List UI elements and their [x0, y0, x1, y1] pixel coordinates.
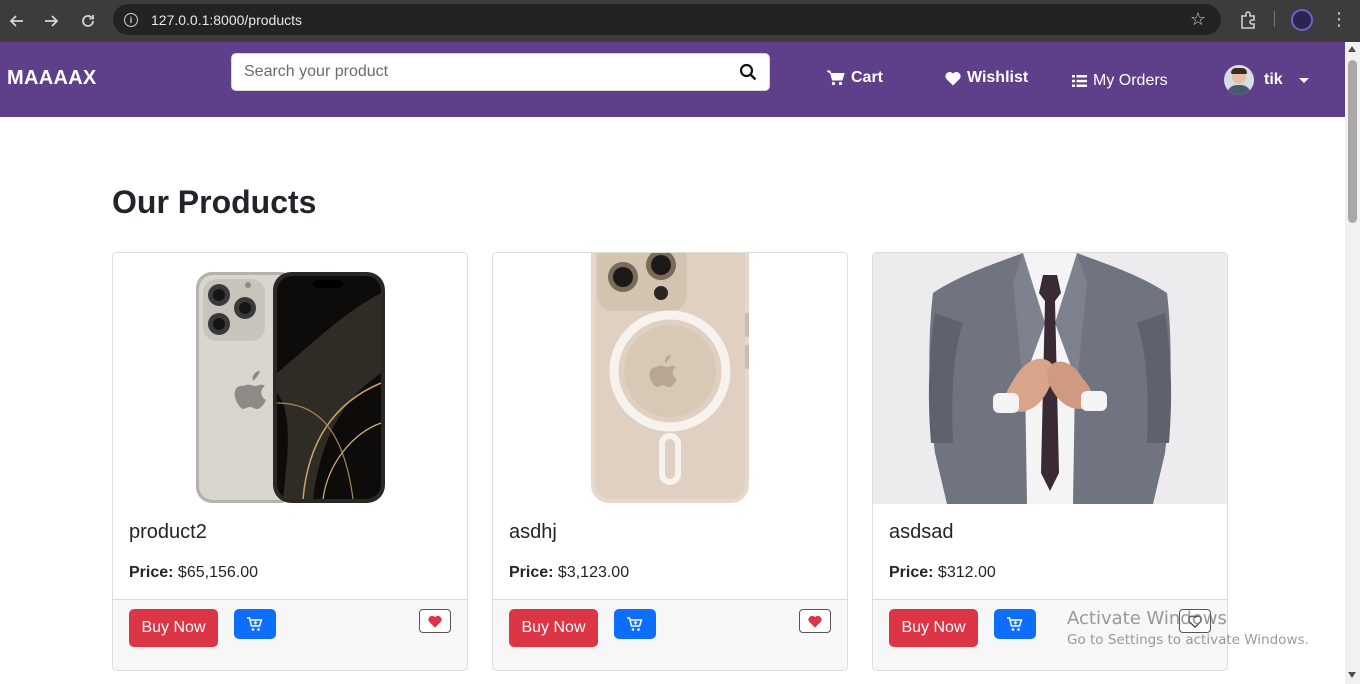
- bookmark-star-icon[interactable]: ☆: [1190, 9, 1206, 30]
- nav-my-orders[interactable]: My Orders: [1072, 72, 1168, 90]
- add-to-wishlist-button[interactable]: [799, 609, 831, 633]
- heart-icon: [428, 615, 442, 628]
- product-card: asdhj Price: $3,123.00 Buy Now: [492, 252, 848, 671]
- buy-now-button[interactable]: Buy Now: [509, 609, 598, 647]
- price-value: $312.00: [937, 564, 996, 581]
- price-label: Price:: [129, 564, 174, 581]
- cart-plus-icon: [247, 616, 263, 631]
- page-title: Our Products: [112, 184, 317, 220]
- extensions-icon[interactable]: [1238, 4, 1258, 35]
- nav-wishlist[interactable]: Wishlist: [945, 69, 1028, 87]
- scroll-up-icon[interactable]: [1348, 46, 1356, 52]
- heart-icon: [945, 71, 961, 85]
- heart-icon: [808, 615, 822, 628]
- card-footer: Buy Now: [493, 599, 847, 670]
- product-image[interactable]: [873, 253, 1227, 504]
- forward-icon[interactable]: [34, 4, 68, 38]
- nav-my-orders-label: My Orders: [1093, 72, 1168, 89]
- nav-cart[interactable]: Cart: [827, 69, 883, 87]
- nav-cart-label: Cart: [851, 69, 884, 86]
- add-to-cart-button[interactable]: [234, 609, 276, 639]
- buy-now-button[interactable]: Buy Now: [889, 609, 978, 647]
- toolbar-divider: [1274, 11, 1275, 27]
- product-image[interactable]: [493, 253, 847, 504]
- search-input[interactable]: [232, 54, 712, 90]
- menu-dots-icon[interactable]: ⋮: [1330, 4, 1348, 35]
- cart-icon: [827, 70, 845, 86]
- url-text[interactable]: 127.0.0.1:8000/products: [151, 12, 302, 28]
- address-bar[interactable]: i 127.0.0.1:8000/products ☆: [113, 4, 1221, 35]
- browser-toolbar: i 127.0.0.1:8000/products ☆ ⋮: [0, 0, 1360, 42]
- product-price: Price: $312.00: [889, 564, 996, 582]
- scroll-down-icon[interactable]: [1348, 672, 1356, 678]
- list-icon: [1072, 75, 1087, 87]
- chevron-down-icon: [1298, 77, 1309, 83]
- add-to-cart-button[interactable]: [994, 609, 1036, 639]
- buy-now-button[interactable]: Buy Now: [129, 609, 218, 647]
- site-info-icon[interactable]: i: [124, 12, 138, 27]
- site-navbar: MAAAAX Cart Wishlist My Orders tik: [0, 42, 1345, 117]
- search-box: [231, 53, 770, 91]
- back-icon[interactable]: [0, 4, 34, 38]
- product-name[interactable]: asdhj: [509, 521, 557, 544]
- card-footer: Buy Now: [113, 599, 467, 670]
- price-label: Price:: [889, 564, 934, 581]
- product-price: Price: $3,123.00: [509, 564, 629, 582]
- avatar: [1224, 65, 1254, 95]
- price-value: $3,123.00: [557, 564, 630, 581]
- watermark-title: Activate Windows: [1067, 608, 1227, 629]
- search-icon[interactable]: [739, 63, 757, 81]
- price-value: $65,156.00: [177, 564, 258, 581]
- cart-plus-icon: [1007, 616, 1023, 631]
- scrollbar-thumb[interactable]: [1348, 60, 1357, 223]
- page-scrollbar[interactable]: [1345, 42, 1360, 684]
- activation-watermark: Activate Windows Go to Settings to activ…: [1067, 608, 1309, 648]
- profile-icon[interactable]: [1291, 4, 1313, 35]
- watermark-subtitle: Go to Settings to activate Windows.: [1067, 632, 1309, 648]
- brand-logo[interactable]: MAAAAX: [7, 67, 97, 90]
- cart-plus-icon: [627, 616, 643, 631]
- product-card: product2 Price: $65,156.00 Buy Now: [112, 252, 468, 671]
- reload-icon[interactable]: [71, 4, 105, 38]
- product-image[interactable]: [113, 253, 467, 504]
- add-to-wishlist-button[interactable]: [419, 609, 451, 633]
- user-menu[interactable]: tik: [1224, 65, 1309, 95]
- product-name[interactable]: product2: [129, 521, 207, 544]
- product-price: Price: $65,156.00: [129, 564, 258, 582]
- user-name: tik: [1264, 71, 1283, 88]
- product-name[interactable]: asdsad: [889, 521, 954, 544]
- nav-wishlist-label: Wishlist: [967, 69, 1029, 86]
- add-to-cart-button[interactable]: [614, 609, 656, 639]
- price-label: Price:: [509, 564, 554, 581]
